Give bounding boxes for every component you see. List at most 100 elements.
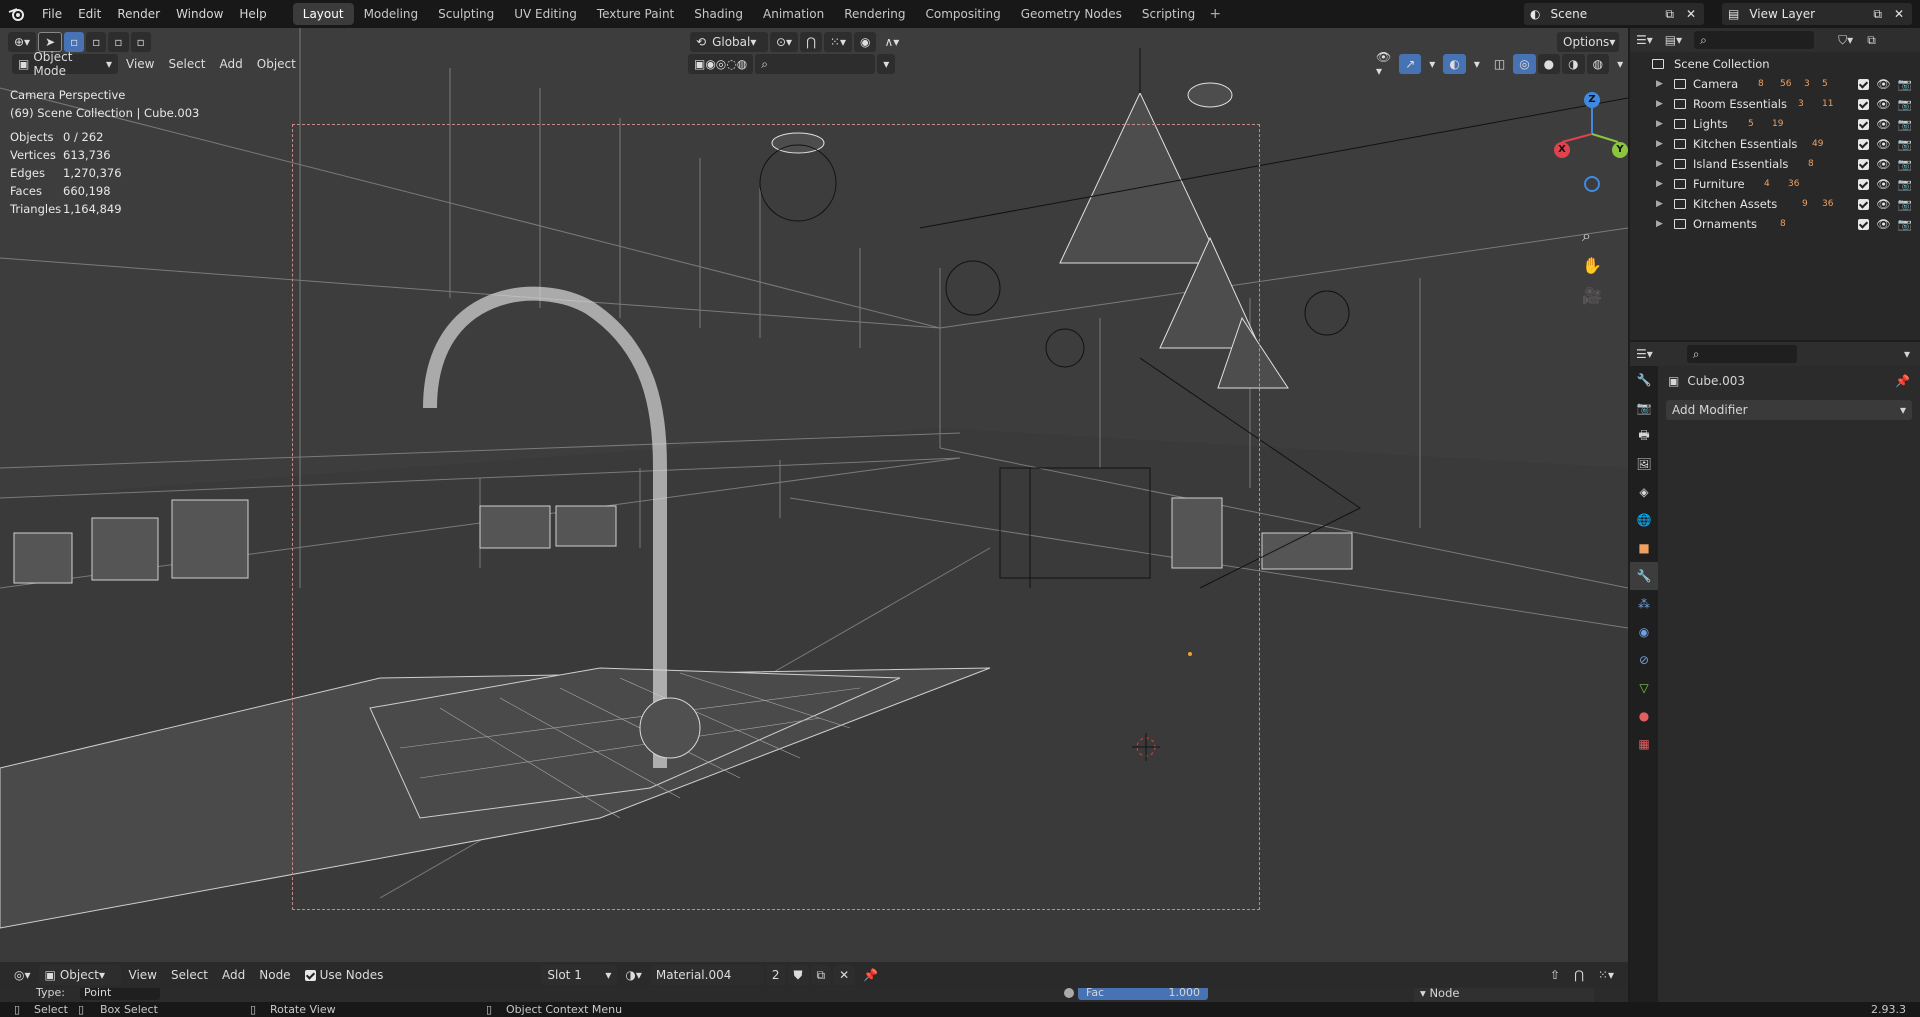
visibility-icon[interactable]: 👁▾ <box>1370 50 1397 78</box>
viewport-menu-add[interactable]: Add <box>214 54 249 74</box>
properties-editor-type-icon[interactable]: ☰▾ <box>1636 347 1653 361</box>
outliner-item-lights[interactable]: ▶ Lights 5 19 👁 📷 <box>1630 114 1920 134</box>
expand-arrow-icon[interactable]: ▶ <box>1656 159 1663 169</box>
material-tab-icon[interactable]: ● <box>1630 702 1658 730</box>
gizmo-z-axis[interactable]: Z <box>1584 92 1600 108</box>
camera-render-icon[interactable]: 📷 <box>1898 137 1912 151</box>
particles-tab-icon[interactable]: ⁂ <box>1630 590 1658 618</box>
eye-icon[interactable]: 👁 <box>1876 217 1891 231</box>
node-menu-view[interactable]: View <box>123 965 163 985</box>
outliner-search-field[interactable]: ⌕ <box>1694 31 1815 49</box>
camera-render-icon[interactable]: 📷 <box>1898 197 1912 211</box>
camera-render-icon[interactable]: 📷 <box>1898 117 1912 131</box>
material-shading-icon[interactable]: ◑ <box>1562 54 1585 74</box>
tab-texture-paint[interactable]: Texture Paint <box>587 3 684 25</box>
constraints-tab-icon[interactable]: ⊘ <box>1630 646 1658 674</box>
scene-selector[interactable]: ◐ Scene ⧉ ✕ <box>1524 3 1704 25</box>
select-mode-extend-button[interactable]: ▫ <box>86 32 107 52</box>
menu-help[interactable]: Help <box>231 0 274 28</box>
data-tab-icon[interactable]: ▽ <box>1630 674 1658 702</box>
copy-scene-icon[interactable]: ⧉ <box>1665 7 1674 22</box>
rendered-shading-icon[interactable]: ◍ <box>1586 54 1610 74</box>
parent-node-tree-icon[interactable]: ⇧ <box>1544 965 1566 985</box>
gizmo-toggle-icon[interactable]: ↗ <box>1399 54 1422 74</box>
menu-window[interactable]: Window <box>168 0 231 28</box>
material-browse-icon[interactable]: ◑▾ <box>619 965 648 985</box>
camera-render-icon[interactable]: 📷 <box>1898 157 1912 171</box>
tab-animation[interactable]: Animation <box>753 3 834 25</box>
expand-arrow-icon[interactable]: ▶ <box>1656 139 1663 149</box>
options-dropdown[interactable]: Options ▾ <box>1557 32 1619 52</box>
viewport-menu-object[interactable]: Object <box>251 54 302 74</box>
eye-icon[interactable]: 👁 <box>1876 97 1891 111</box>
node-socket-icon[interactable] <box>1064 988 1074 998</box>
outliner-item-camera[interactable]: ▶ Camera 8 56 3 5 👁 📷 <box>1630 74 1920 94</box>
gizmo-y-axis[interactable]: Y <box>1612 142 1628 158</box>
tab-compositing[interactable]: Compositing <box>915 3 1010 25</box>
object-tab-icon[interactable]: ■ <box>1630 534 1658 562</box>
snap-toggle[interactable]: ⋂ <box>800 32 822 52</box>
exclude-checkbox[interactable] <box>1858 118 1870 130</box>
3d-viewport[interactable]: ⊕▾ ➤ ▫ ▫ ▫ ▫ ⟲ Global ▾ ⊙▾ ⋂ ⁙▾ ◉ ∧▾ Optio… <box>0 28 1628 962</box>
camera-view-icon[interactable]: 🎥 <box>1582 286 1602 305</box>
expand-arrow-icon[interactable]: ▶ <box>1656 219 1663 229</box>
unlink-material-icon[interactable]: ✕ <box>833 965 856 985</box>
tab-modeling[interactable]: Modeling <box>354 3 429 25</box>
world-tab-icon[interactable]: 🌐 <box>1630 506 1658 534</box>
modifier-tab-icon[interactable]: 🔧 <box>1630 562 1658 590</box>
expand-arrow-icon[interactable]: ▶ <box>1656 199 1663 209</box>
object-type-visibility-icon[interactable]: ▣◉◎◌◍ <box>688 54 754 74</box>
duplicate-material-icon[interactable]: ⧉ <box>810 965 832 985</box>
camera-render-icon[interactable]: 📷 <box>1898 97 1912 111</box>
output-tab-icon[interactable]: 🖶 <box>1630 422 1658 450</box>
close-view-layer-icon[interactable]: ✕ <box>1894 7 1904 21</box>
camera-render-icon[interactable]: 📷 <box>1898 177 1912 191</box>
select-mode-invert-button[interactable]: ▫ <box>130 32 151 52</box>
render-tab-icon[interactable]: 📷 <box>1630 394 1658 422</box>
node-menu-add[interactable]: Add <box>216 965 251 985</box>
properties-options-icon[interactable]: ▾ <box>1904 347 1910 361</box>
outliner-item-room-essentials[interactable]: ▶ Room Essentials 3 11 👁 📷 <box>1630 94 1920 114</box>
filter-dropdown-icon[interactable]: ▾ <box>877 54 896 74</box>
view-layer-selector[interactable]: ▤ View Layer ⧉ ✕ <box>1722 3 1912 25</box>
eye-icon[interactable]: 👁 <box>1876 157 1891 171</box>
camera-render-icon[interactable]: 📷 <box>1898 77 1912 91</box>
expand-arrow-icon[interactable]: ▶ <box>1656 179 1663 189</box>
node-menu-select[interactable]: Select <box>165 965 214 985</box>
eye-icon[interactable]: 👁 <box>1876 117 1891 131</box>
outliner-item-island-essentials[interactable]: ▶ Island Essentials 8 👁 📷 <box>1630 154 1920 174</box>
snap-node-icon[interactable]: ⋂ <box>1568 965 1590 985</box>
expand-arrow-icon[interactable]: ▶ <box>1656 79 1663 89</box>
xray-toggle-icon[interactable]: ◫ <box>1488 54 1511 74</box>
menu-render[interactable]: Render <box>109 0 168 28</box>
physics-tab-icon[interactable]: ◉ <box>1630 618 1658 646</box>
wireframe-shading-icon[interactable]: ◎ <box>1513 54 1536 74</box>
view-layer-tab-icon[interactable]: 🖼 <box>1630 450 1658 478</box>
proportional-edit-toggle[interactable]: ◉ <box>854 32 877 52</box>
camera-render-icon[interactable]: 📷 <box>1898 217 1912 231</box>
snap-node-type-icon[interactable]: ⁙▾ <box>1592 965 1620 985</box>
pivot-point-button[interactable]: ⊙▾ <box>770 32 799 52</box>
select-mode-new-button[interactable]: ▫ <box>64 32 85 52</box>
shader-type-dropdown[interactable]: ▣ Object ▾ <box>38 965 121 985</box>
outliner-item-furniture[interactable]: ▶ Furniture 4 36 👁 📷 <box>1630 174 1920 194</box>
eye-icon[interactable]: 👁 <box>1876 197 1891 211</box>
node-editor-canvas[interactable]: Type: Point Fac 1.000 ▾ Node <box>0 988 1628 1002</box>
properties-search-field[interactable]: ⌕ <box>1686 345 1797 363</box>
exclude-checkbox[interactable] <box>1858 218 1870 230</box>
pin-icon[interactable]: 📌 <box>1895 374 1910 388</box>
texture-tab-icon[interactable]: ▦ <box>1630 730 1658 758</box>
shading-dropdown-icon[interactable]: ▾ <box>1611 54 1628 74</box>
navigation-gizmo[interactable]: Z X Y ⌕ ✋ 🎥 <box>1508 84 1628 314</box>
tab-shading[interactable]: Shading <box>684 3 753 25</box>
exclude-checkbox[interactable] <box>1858 178 1870 190</box>
tab-uv-editing[interactable]: UV Editing <box>504 3 587 25</box>
use-nodes-toggle[interactable]: Use Nodes <box>299 965 390 985</box>
expand-arrow-icon[interactable]: ▶ <box>1656 99 1663 109</box>
exclude-checkbox[interactable] <box>1858 198 1870 210</box>
snap-target-dropdown[interactable]: ⁙▾ <box>823 32 852 52</box>
display-mode-icon[interactable]: ▤▾ <box>1665 33 1682 47</box>
add-workspace-button[interactable]: + <box>1205 6 1225 22</box>
node-editor-type-icon[interactable]: ◎▾ <box>8 965 37 985</box>
viewport-search-field[interactable]: ⌕ <box>755 54 876 74</box>
